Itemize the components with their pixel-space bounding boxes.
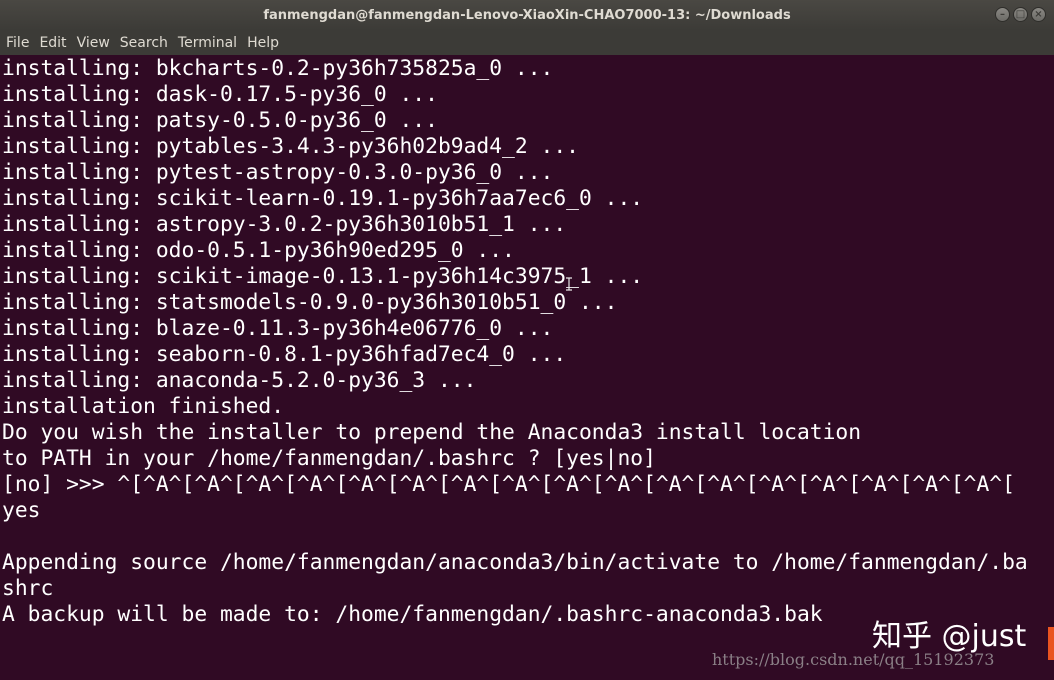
minimize-icon[interactable]: – — [995, 7, 1010, 22]
terminal-line: [no] >>> ^[^A^[^A^[^A^[^A^[^A^[^A^[^A^[^… — [2, 472, 1015, 497]
terminal-line: Do you wish the installer to prepend the… — [2, 420, 862, 445]
maximize-icon[interactable]: □ — [1013, 7, 1028, 22]
terminal-line: installing: patsy-0.5.0-py36_0 ... — [2, 108, 438, 133]
text-cursor-icon — [566, 277, 572, 291]
terminal-line: installing: scikit-learn-0.19.1-py36h7aa… — [2, 186, 644, 211]
terminal-line: installing: anaconda-5.2.0-py36_3 ... — [2, 368, 477, 393]
terminal-line: installing: pytest-astropy-0.3.0-py36_0 … — [2, 160, 554, 185]
menu-help[interactable]: Help — [247, 35, 279, 51]
terminal-line: installing: dask-0.17.5-py36_0 ... — [2, 82, 438, 107]
terminal-line: installing: scikit-image-0.13.1-py36h14c… — [2, 264, 644, 289]
terminal-line: installing: astropy-3.0.2-py36h3010b51_1… — [2, 212, 567, 237]
terminal-line: installing: odo-0.5.1-py36h90ed295_0 ... — [2, 238, 515, 263]
menu-edit[interactable]: Edit — [39, 35, 66, 51]
menu-view[interactable]: View — [77, 35, 110, 51]
terminal-line: installing: statsmodels-0.9.0-py36h3010b… — [2, 290, 618, 315]
terminal-line: to PATH in your /home/fanmengdan/.bashrc… — [2, 446, 656, 471]
terminal-line: A backup will be made to: /home/fanmengd… — [2, 602, 823, 627]
terminal-line: installing: blaze-0.11.3-py36h4e06776_0 … — [2, 316, 554, 341]
window-controls: – □ × — [995, 7, 1046, 22]
zhihu-watermark: 知乎 @just — [872, 619, 1027, 654]
menu-search[interactable]: Search — [120, 35, 168, 51]
menu-bar: File Edit View Search Terminal Help — [0, 30, 1054, 55]
window-title: fanmengdan@fanmengdan-Lenovo-XiaoXin-CHA… — [263, 7, 791, 23]
terminal-line: yes — [2, 498, 41, 523]
terminal-line: installation finished. — [2, 394, 285, 419]
terminal-line: shrc — [2, 576, 54, 601]
terminal-line: Appending source /home/fanmengdan/anacon… — [2, 550, 1028, 575]
csdn-watermark: https://blog.csdn.net/qq_15192373 — [712, 650, 995, 669]
scrollbar-indicator[interactable] — [1048, 627, 1054, 660]
title-bar: fanmengdan@fanmengdan-Lenovo-XiaoXin-CHA… — [0, 0, 1054, 30]
terminal-output[interactable]: installing: bkcharts-0.2-py36h735825a_0 … — [0, 56, 1054, 680]
menu-terminal[interactable]: Terminal — [178, 35, 237, 51]
menu-file[interactable]: File — [6, 35, 29, 51]
terminal-line: installing: pytables-3.4.3-py36h02b9ad4_… — [2, 134, 579, 159]
close-icon[interactable]: × — [1031, 7, 1046, 22]
terminal-line: installing: seaborn-0.8.1-py36hfad7ec4_0… — [2, 342, 567, 367]
terminal-line: installing: bkcharts-0.2-py36h735825a_0 … — [2, 56, 554, 81]
